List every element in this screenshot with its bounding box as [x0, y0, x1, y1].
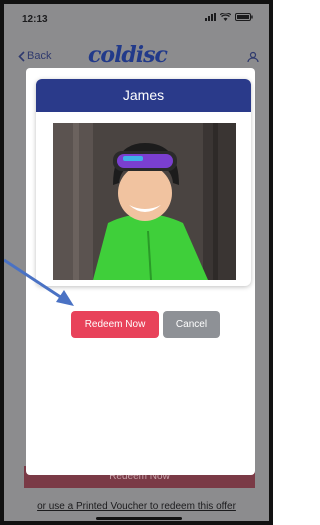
redeem-now-button[interactable]: Redeem Now — [71, 311, 159, 338]
card-title: James — [36, 79, 251, 112]
battery-icon — [235, 13, 253, 21]
profile-icon[interactable] — [247, 50, 259, 68]
wifi-icon — [220, 13, 231, 21]
printed-voucher-link[interactable]: or use a Printed Voucher to redeem this … — [4, 501, 269, 512]
home-indicator — [96, 517, 182, 520]
signal-icon — [205, 13, 216, 21]
chevron-left-icon — [18, 50, 25, 62]
cancel-button[interactable]: Cancel — [163, 311, 220, 338]
back-button[interactable]: Back — [18, 50, 51, 62]
brand-logo: coldisc — [88, 42, 168, 68]
app-screen: 12:13 Back coldisc Redeem Now or use a P… — [0, 0, 273, 525]
status-bar: 12:13 — [4, 4, 269, 32]
back-label: Back — [27, 50, 52, 62]
status-icons — [205, 13, 253, 21]
status-time: 12:13 — [22, 14, 48, 25]
pointer-arrow-icon — [4, 258, 74, 306]
